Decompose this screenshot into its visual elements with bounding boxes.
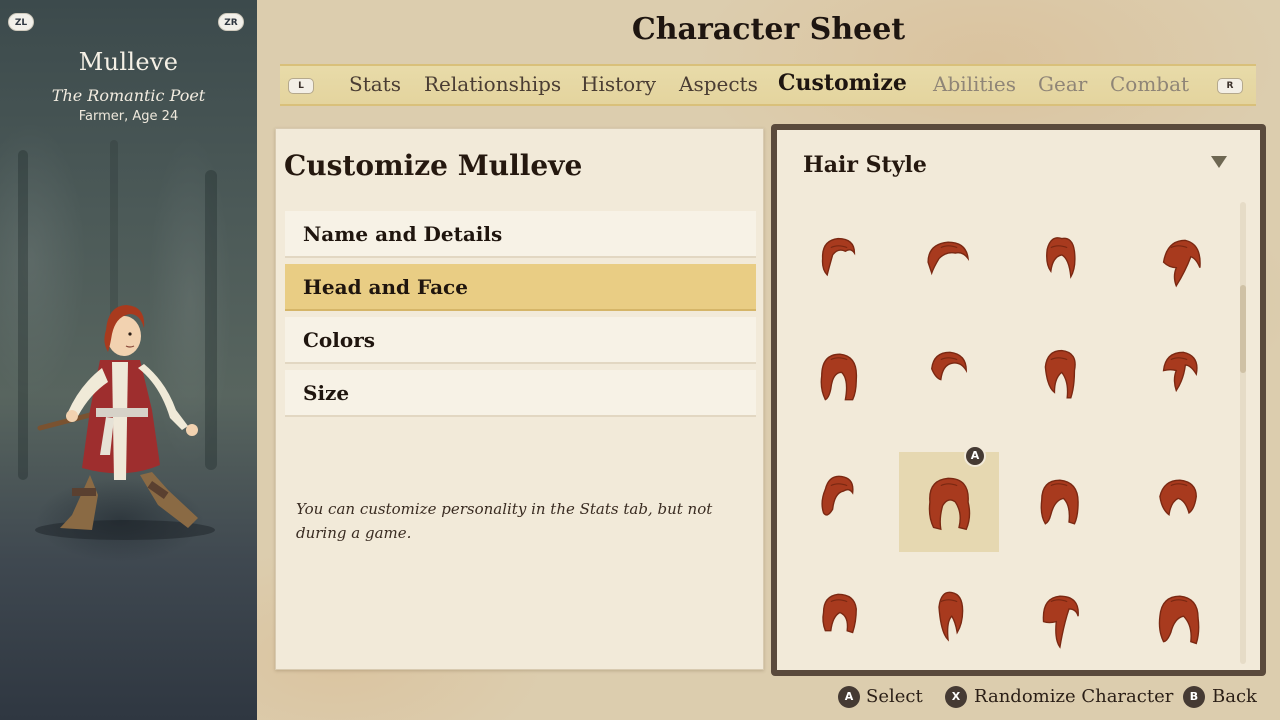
hair-style-header: Hair Style bbox=[803, 152, 927, 178]
hair-style-icon bbox=[1159, 479, 1197, 516]
tab-gear[interactable]: Gear bbox=[1038, 72, 1087, 96]
tab-combat[interactable]: Combat bbox=[1110, 72, 1189, 96]
menu-item-name-and-details[interactable]: Name and Details bbox=[285, 211, 756, 258]
hair-style-option[interactable] bbox=[1009, 568, 1109, 668]
tab-abilities[interactable]: Abilities bbox=[933, 72, 1016, 96]
hair-style-icon bbox=[928, 477, 971, 531]
menu-item-head-and-face[interactable]: Head and Face bbox=[285, 264, 756, 311]
hint-text: You can customize personality in the Sta… bbox=[296, 500, 713, 542]
hair-style-icon bbox=[1162, 351, 1198, 393]
scrollbar-track[interactable] bbox=[1240, 202, 1246, 664]
hair-style-panel: Hair Style bbox=[777, 130, 1260, 670]
hair-style-option[interactable] bbox=[789, 326, 889, 426]
tab-customize[interactable]: Customize bbox=[778, 70, 907, 96]
select-label[interactable]: Select bbox=[866, 686, 923, 707]
customize-title: Customize Mulleve bbox=[284, 149, 583, 182]
zl-button[interactable]: ZL bbox=[8, 13, 34, 31]
hair-style-option[interactable] bbox=[899, 452, 999, 552]
hair-style-option[interactable] bbox=[1009, 452, 1109, 552]
hair-style-option[interactable] bbox=[1129, 326, 1229, 426]
hair-style-icon bbox=[1162, 239, 1201, 288]
l-bumper-button[interactable]: L bbox=[288, 78, 314, 94]
hair-style-icon bbox=[1046, 237, 1076, 279]
tab-aspects[interactable]: Aspects bbox=[679, 72, 758, 96]
triangle-down-icon[interactable] bbox=[1210, 154, 1228, 170]
character-portrait bbox=[35, 305, 215, 540]
menu-item-size[interactable]: Size bbox=[285, 370, 756, 417]
hair-style-icon bbox=[821, 475, 854, 516]
tab-bar: L Stats Relationships History Aspects Cu… bbox=[280, 64, 1256, 106]
tab-relationships[interactable]: Relationships bbox=[424, 72, 561, 96]
hair-style-option[interactable] bbox=[899, 568, 999, 668]
customize-panel: Customize Mulleve Name and Details Head … bbox=[275, 128, 764, 670]
scrollbar-thumb[interactable] bbox=[1240, 285, 1246, 373]
hair-style-icon bbox=[820, 353, 858, 401]
menu-item-colors[interactable]: Colors bbox=[285, 317, 756, 364]
back-label[interactable]: Back bbox=[1212, 686, 1257, 707]
a-button-marker: A bbox=[964, 445, 986, 467]
hair-style-icon bbox=[931, 351, 967, 381]
hair-style-icon bbox=[822, 593, 857, 634]
zr-button[interactable]: ZR bbox=[218, 13, 244, 31]
hair-style-option[interactable] bbox=[1129, 568, 1229, 668]
hair-style-option[interactable] bbox=[1009, 326, 1109, 426]
randomize-label[interactable]: Randomize Character bbox=[974, 686, 1173, 707]
character-panel: ZL ZR Mulleve The Romantic Poet Farmer, … bbox=[0, 0, 257, 720]
hair-style-option[interactable] bbox=[1009, 214, 1109, 314]
hair-style-icon bbox=[1042, 595, 1079, 649]
tab-stats[interactable]: Stats bbox=[349, 72, 401, 96]
hair-style-option[interactable] bbox=[1129, 452, 1229, 552]
x-button-icon[interactable]: X bbox=[945, 686, 967, 708]
a-button-icon[interactable]: A bbox=[838, 686, 860, 708]
character-subtitle: Farmer, Age 24 bbox=[78, 109, 179, 124]
hair-style-icon bbox=[927, 241, 970, 276]
hair-style-option[interactable] bbox=[789, 214, 889, 314]
hair-style-icon bbox=[1044, 349, 1076, 399]
character-title: The Romantic Poet bbox=[51, 86, 206, 105]
hair-style-option[interactable] bbox=[1129, 214, 1229, 314]
hair-style-icon bbox=[821, 237, 856, 277]
hair-style-option[interactable] bbox=[899, 214, 999, 314]
r-bumper-button[interactable]: R bbox=[1217, 78, 1243, 94]
page-title: Character Sheet bbox=[631, 12, 906, 47]
hair-style-option[interactable] bbox=[899, 326, 999, 426]
b-button-icon[interactable]: B bbox=[1183, 686, 1205, 708]
tab-history[interactable]: History bbox=[581, 72, 656, 96]
hair-style-option[interactable] bbox=[789, 452, 889, 552]
hair-style-icon bbox=[938, 591, 964, 642]
hair-style-icon bbox=[1158, 595, 1200, 645]
hair-style-option[interactable] bbox=[789, 568, 889, 668]
hair-style-icon bbox=[1040, 479, 1079, 525]
character-name: Mulleve bbox=[78, 48, 179, 76]
